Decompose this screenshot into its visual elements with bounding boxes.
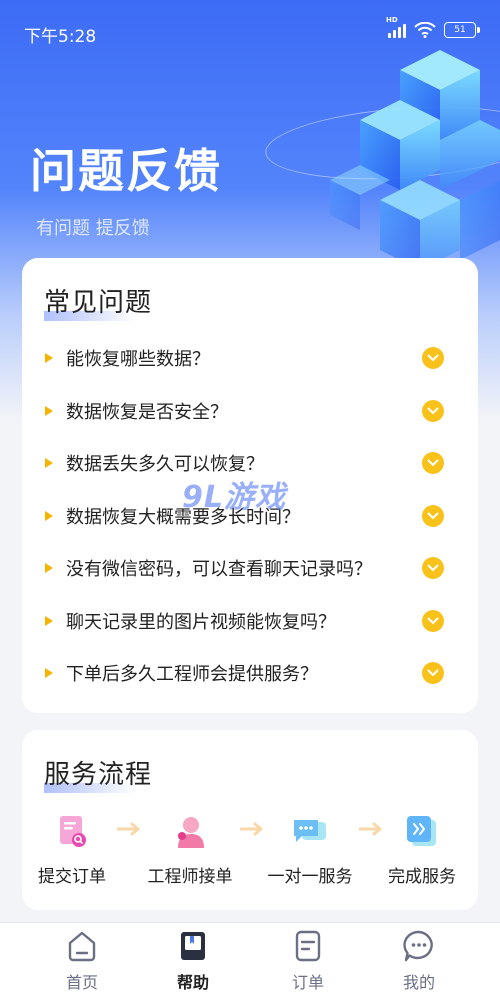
bullet-icon [45,405,53,416]
home-icon [65,929,99,963]
faq-question: 数据恢复是否安全？ [66,401,228,423]
tab-orders[interactable]: 订单 [258,929,358,993]
faq-item[interactable]: 数据恢复是否安全？ [22,385,478,438]
service-flow-card: 服务流程 提交订单 工程师接单 一对一服务 完成服务 [22,730,478,910]
flow-step-label: 提交订单 [38,867,106,887]
engineer-icon [170,812,210,852]
tab-label: 首页 [65,973,98,992]
submit-order-icon [52,812,92,852]
status-bar: 下午5:28 HD 51 [0,0,500,64]
chevron-down-icon[interactable] [422,557,444,580]
bullet-icon [45,563,53,574]
service-flow-title: 服务流程 [44,754,153,793]
faq-question: 聊天记录里的图片视频能恢复吗？ [66,611,336,633]
faq-question: 能恢复哪些数据？ [66,349,210,371]
flow-step-complete: 完成服务 [372,812,472,887]
page-title: 问题反馈 [30,144,222,198]
battery-level: 51 [454,25,466,35]
flow-step-label: 工程师接单 [147,867,233,887]
faq-item[interactable]: 能恢复哪些数据？ [22,332,478,385]
faq-card: 常见问题 能恢复哪些数据？ 数据恢复是否安全？ 数据丢失多久可以恢复？ 数据恢复… [22,258,478,713]
chevron-down-icon[interactable] [422,504,444,527]
faq-list: 能恢复哪些数据？ 数据恢复是否安全？ 数据丢失多久可以恢复？ 数据恢复大概需要多… [22,332,478,700]
status-icons: HD 51 [386,16,480,38]
message-icon [402,929,436,963]
bottom-tab-bar: 首页 帮助 订单 我的 [0,922,500,1000]
faq-title: 常见问题 [44,282,153,321]
tab-label: 我的 [402,973,435,992]
chevron-down-icon[interactable] [422,399,444,422]
signal-icon: HD [386,16,406,38]
faq-item[interactable]: 数据恢复大概需要多长时间？ [22,490,478,543]
tab-help[interactable]: 帮助 [143,929,243,993]
faq-item[interactable]: 下单后多久工程师会提供服务？ [22,647,478,700]
chevron-down-icon[interactable] [422,452,444,475]
chevron-down-icon[interactable] [422,662,444,685]
chevron-down-icon[interactable] [422,609,444,632]
tab-label: 帮助 [176,973,209,992]
help-book-icon [176,929,210,963]
bullet-icon [45,458,53,469]
wifi-icon [414,22,436,38]
faq-item[interactable]: 数据丢失多久可以恢复？ [22,437,478,490]
service-flow-steps: 提交订单 工程师接单 一对一服务 完成服务 [22,812,478,902]
complete-icon [402,812,442,852]
flow-step-one-on-one: 一对一服务 [260,812,360,887]
flow-step-submit-order: 提交订单 [22,812,122,887]
faq-question: 下单后多久工程师会提供服务？ [66,664,318,686]
flow-step-engineer: 工程师接单 [140,812,240,887]
faq-item[interactable]: 没有微信密码，可以查看聊天记录吗？ [22,542,478,595]
flow-step-label: 完成服务 [388,867,456,887]
faq-question: 没有微信密码，可以查看聊天记录吗？ [66,559,372,581]
faq-item[interactable]: 聊天记录里的图片视频能恢复吗？ [22,595,478,648]
bullet-icon [45,510,53,521]
flow-arrow-icon [117,822,140,836]
chevron-down-icon[interactable] [422,347,444,370]
bullet-icon [45,615,53,626]
tab-mine[interactable]: 我的 [369,929,469,993]
faq-question: 数据丢失多久可以恢复？ [66,454,264,476]
faq-question: 数据恢复大概需要多长时间？ [66,506,300,528]
tab-label: 订单 [291,973,324,992]
bullet-icon [45,353,53,364]
cubes-illustration [330,50,500,270]
bullet-icon [45,668,53,679]
tab-home[interactable]: 首页 [32,929,132,993]
order-icon [291,929,325,963]
battery-icon: 51 [444,22,480,38]
page-subtitle: 有问题 提反馈 [36,218,150,239]
status-time: 下午5:28 [24,27,97,47]
flow-step-label: 一对一服务 [267,867,353,887]
chat-service-icon [290,812,330,852]
network-badge: HD [386,16,398,24]
